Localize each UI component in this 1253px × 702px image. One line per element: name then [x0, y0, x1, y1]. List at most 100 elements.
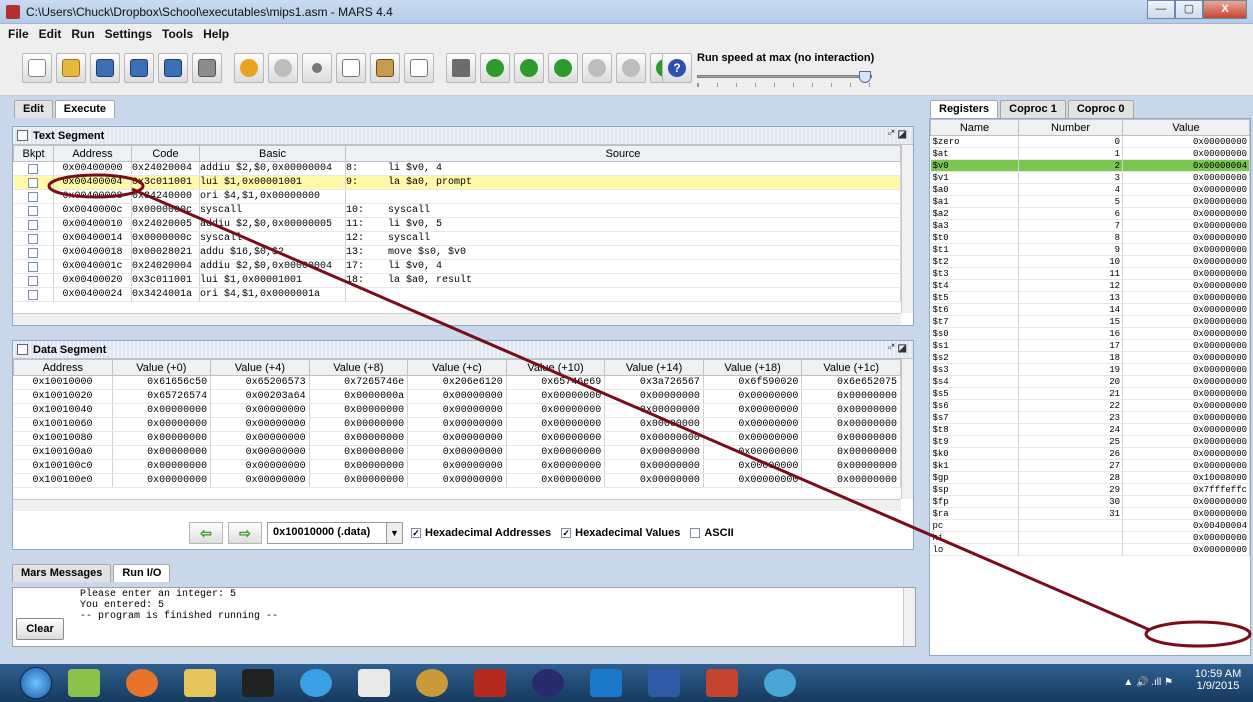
hex-addresses-checkbox[interactable]: Hexadecimal Addresses — [411, 527, 551, 539]
help-button[interactable]: ? — [662, 53, 692, 83]
register-value[interactable]: 0x00000000 — [1122, 171, 1250, 184]
panel-corner-icons[interactable]: ▫˟ ◪ — [888, 129, 907, 140]
data-col-header[interactable]: Value (+18) — [702, 359, 803, 376]
text-row[interactable]: 0x00400024 0x3424001a ori $4,$1,0x0000001a — [13, 287, 901, 302]
breakpoint-checkbox[interactable] — [28, 177, 39, 188]
text-row[interactable]: 0x00400018 0x00028021 addu $16,$0,$2 13: mo… — [13, 245, 901, 260]
prev-page-button[interactable]: ⇦ — [189, 522, 223, 544]
register-row[interactable]: $s4 20 0x00000000 — [930, 375, 1250, 388]
breakpoint-cell[interactable] — [13, 189, 54, 204]
next-page-button[interactable]: ⇨ — [228, 522, 262, 544]
register-value[interactable]: 0x00000000 — [1122, 279, 1250, 292]
menu-file[interactable]: File — [8, 27, 29, 41]
breakpoint-checkbox[interactable] — [28, 247, 39, 258]
redo-button[interactable] — [268, 53, 298, 83]
undo-button[interactable] — [234, 53, 264, 83]
breakpoint-cell[interactable] — [13, 273, 54, 288]
stop-button[interactable] — [616, 53, 646, 83]
save-button[interactable] — [90, 53, 120, 83]
register-row[interactable]: $t5 13 0x00000000 — [930, 291, 1250, 304]
explorer-icon[interactable] — [184, 669, 216, 697]
data-col-header[interactable]: Value (+1c) — [801, 359, 901, 376]
step-button[interactable] — [514, 53, 544, 83]
register-row[interactable]: $s3 19 0x00000000 — [930, 363, 1250, 376]
register-value[interactable]: 0x00000000 — [1122, 435, 1250, 448]
open-button[interactable] — [56, 53, 86, 83]
register-value[interactable]: 0x00400004 — [1122, 519, 1250, 532]
data-row[interactable]: 0x10010080 0x00000000 0x00000000 0x00000000… — [13, 431, 901, 446]
col-name[interactable]: Name — [930, 119, 1019, 136]
breakpoint-checkbox[interactable] — [28, 261, 39, 272]
data-col-header[interactable]: Value (+10) — [505, 359, 606, 376]
mars-icon[interactable] — [416, 669, 448, 697]
copy-button[interactable] — [336, 53, 366, 83]
col-number[interactable]: Number — [1018, 119, 1123, 136]
register-value[interactable]: 0x00000000 — [1122, 423, 1250, 436]
register-row[interactable]: $ra 31 0x00000000 — [930, 507, 1250, 520]
text-row[interactable]: 0x00400000 0x24020004 addiu $2,$0,0x000000… — [13, 161, 901, 176]
register-row[interactable]: $s6 22 0x00000000 — [930, 399, 1250, 412]
register-row[interactable]: $t4 12 0x00000000 — [930, 279, 1250, 292]
register-value[interactable]: 0x00000000 — [1122, 303, 1250, 316]
register-row[interactable]: $a3 7 0x00000000 — [930, 219, 1250, 232]
data-col-header[interactable]: Address — [13, 359, 113, 376]
register-row[interactable]: $s2 18 0x00000000 — [930, 351, 1250, 364]
eclipse-icon[interactable] — [532, 669, 564, 697]
data-row[interactable]: 0x10010000 0x61656c50 0x65206573 0x7265746e… — [13, 375, 901, 390]
register-row[interactable]: $s0 16 0x00000000 — [930, 327, 1250, 340]
register-value[interactable]: 0x00000000 — [1122, 459, 1250, 472]
register-value[interactable]: 0x00000000 — [1122, 543, 1250, 556]
dump-button[interactable] — [158, 53, 188, 83]
register-value[interactable]: 0x00000000 — [1122, 219, 1250, 232]
breakpoint-cell[interactable] — [13, 287, 54, 302]
text-row[interactable]: 0x00400008 0x34240000 ori $4,$1,0x00000000 — [13, 189, 901, 204]
register-row[interactable]: $t2 10 0x00000000 — [930, 255, 1250, 268]
register-value[interactable]: 0x10008000 — [1122, 471, 1250, 484]
panel-corner-icons[interactable]: ▫˟ ◪ — [888, 343, 907, 354]
data-row[interactable]: 0x10010020 0x65726574 0x00203a64 0x0000000a… — [13, 389, 901, 404]
breakpoint-cell[interactable] — [13, 161, 54, 176]
register-value[interactable]: 0x7fffeffc — [1122, 483, 1250, 496]
register-row[interactable]: pc 0x00400004 — [930, 519, 1250, 532]
data-row[interactable]: 0x100100a0 0x00000000 0x00000000 0x00000000… — [13, 445, 901, 460]
save-all-button[interactable] — [124, 53, 154, 83]
register-value[interactable]: 0x00000004 — [1122, 159, 1250, 172]
breakpoint-cell[interactable] — [13, 231, 54, 246]
assemble-button[interactable] — [446, 53, 476, 83]
messages-vscroll[interactable] — [903, 588, 915, 646]
tab-registers[interactable]: Registers — [930, 100, 999, 118]
text-row[interactable]: 0x0040000c 0x0000000c syscall 10: syscall — [13, 203, 901, 218]
tray-icons[interactable]: ▲ 🔊 .ıll ⚑ — [1123, 677, 1173, 688]
register-row[interactable]: $v1 3 0x00000000 — [930, 171, 1250, 184]
register-row[interactable]: $v0 2 0x00000004 — [930, 159, 1250, 172]
backstep-button[interactable] — [548, 53, 578, 83]
register-value[interactable]: 0x00000000 — [1122, 411, 1250, 424]
col-basic[interactable]: Basic — [199, 145, 346, 162]
notepad-plus-icon[interactable] — [68, 669, 100, 697]
register-value[interactable]: 0x00000000 — [1122, 207, 1250, 220]
register-value[interactable]: 0x00000000 — [1122, 495, 1250, 508]
register-row[interactable]: $gp 28 0x10008000 — [930, 471, 1250, 484]
data-col-header[interactable]: Value (+0) — [111, 359, 212, 376]
register-value[interactable]: 0x00000000 — [1122, 339, 1250, 352]
register-row[interactable]: $fp 30 0x00000000 — [930, 495, 1250, 508]
col-address[interactable]: Address — [53, 145, 132, 162]
register-row[interactable]: $sp 29 0x7fffeffc — [930, 483, 1250, 496]
breakpoint-cell[interactable] — [13, 259, 54, 274]
ie-icon[interactable] — [300, 669, 332, 697]
pause-button[interactable] — [582, 53, 612, 83]
register-value[interactable]: 0x00000000 — [1122, 447, 1250, 460]
chevron-down-icon[interactable]: ▼ — [387, 522, 403, 544]
menu-settings[interactable]: Settings — [105, 27, 152, 41]
cmd-icon[interactable] — [242, 669, 274, 697]
breakpoint-checkbox[interactable] — [28, 219, 39, 230]
register-value[interactable]: 0x00000000 — [1122, 327, 1250, 340]
word-icon[interactable] — [648, 669, 680, 697]
register-row[interactable]: $at 1 0x00000000 — [930, 147, 1250, 160]
register-value[interactable]: 0x00000000 — [1122, 231, 1250, 244]
register-value[interactable]: 0x00000000 — [1122, 183, 1250, 196]
tab-execute[interactable]: Execute — [54, 100, 115, 118]
data-col-header[interactable]: Value (+c) — [407, 359, 507, 376]
data-segment-hscroll[interactable] — [13, 499, 901, 511]
breakpoint-cell[interactable] — [13, 203, 54, 218]
